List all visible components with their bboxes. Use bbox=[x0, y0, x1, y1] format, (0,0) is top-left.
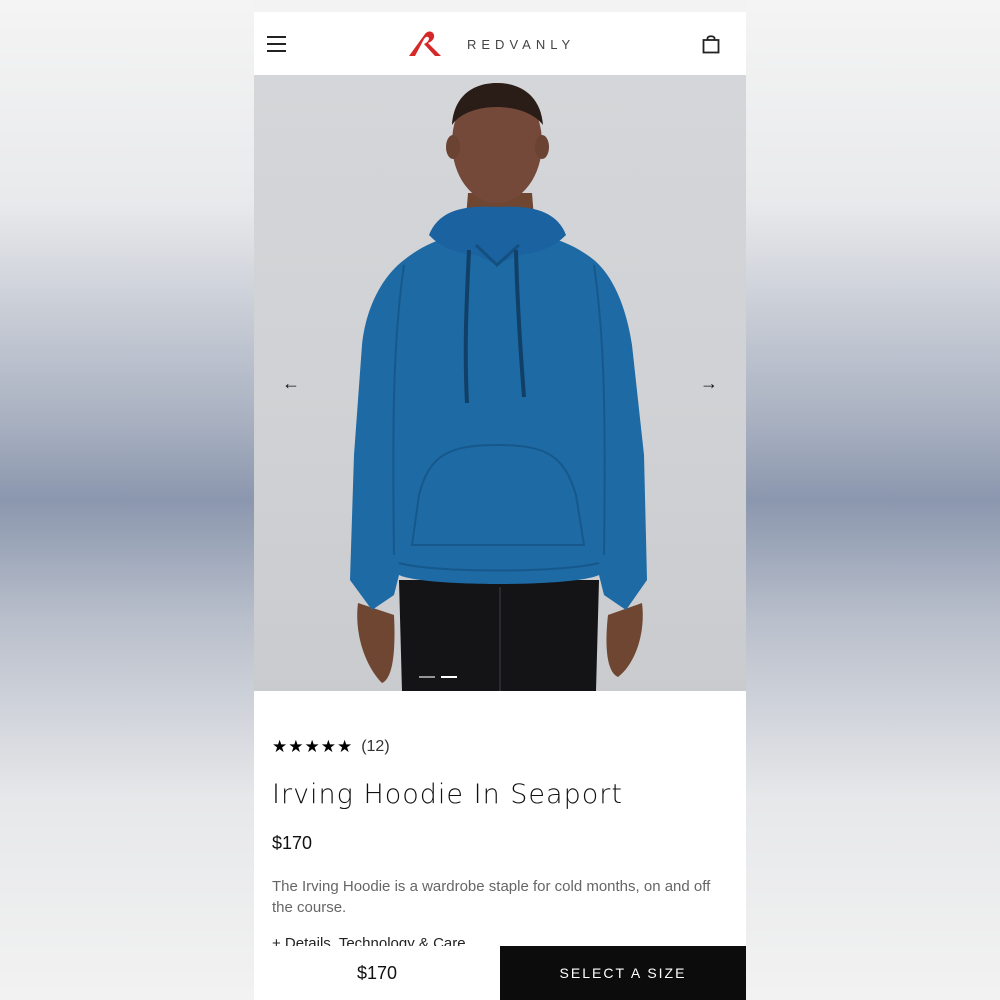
hamburger-menu-icon[interactable] bbox=[267, 36, 286, 52]
review-count: (12) bbox=[361, 738, 390, 755]
carousel-dot-active[interactable] bbox=[441, 676, 457, 678]
sticky-purchase-bar: $170 SELECT A SIZE bbox=[254, 946, 746, 1000]
product-rating[interactable]: ★★★★★ (12) bbox=[272, 737, 390, 757]
product-photo bbox=[350, 83, 647, 691]
product-description: The Irving Hoodie is a wardrobe staple f… bbox=[272, 878, 711, 916]
rating-stars-icon: ★★★★★ bbox=[272, 737, 354, 756]
status-strip bbox=[254, 0, 746, 12]
carousel-next-arrow-icon[interactable]: → bbox=[697, 373, 721, 394]
product-price: $170 bbox=[272, 833, 313, 853]
brand-name: REDVANLY bbox=[467, 36, 576, 52]
product-image-carousel[interactable]: ← → bbox=[254, 75, 746, 691]
select-size-button[interactable]: SELECT A SIZE bbox=[500, 946, 746, 1000]
redvanly-logo-mark-icon bbox=[409, 31, 441, 56]
carousel-indicator bbox=[419, 676, 457, 678]
carousel-prev-arrow-icon[interactable]: ← bbox=[279, 373, 303, 394]
shopping-bag-icon[interactable] bbox=[702, 34, 720, 54]
sticky-price: $170 bbox=[254, 946, 500, 1000]
site-header: REDVANLY bbox=[254, 12, 746, 75]
left-blurred-backdrop bbox=[0, 0, 254, 1000]
product-title: Irving Hoodie In Seaport bbox=[272, 779, 623, 810]
brand-logo[interactable]: REDVANLY bbox=[407, 28, 575, 60]
product-page: REDVANLY ← → ★★★★★ (12) Irving Hoodie In… bbox=[254, 0, 746, 1000]
right-blurred-backdrop bbox=[746, 0, 1000, 1000]
carousel-dot[interactable] bbox=[419, 676, 435, 678]
